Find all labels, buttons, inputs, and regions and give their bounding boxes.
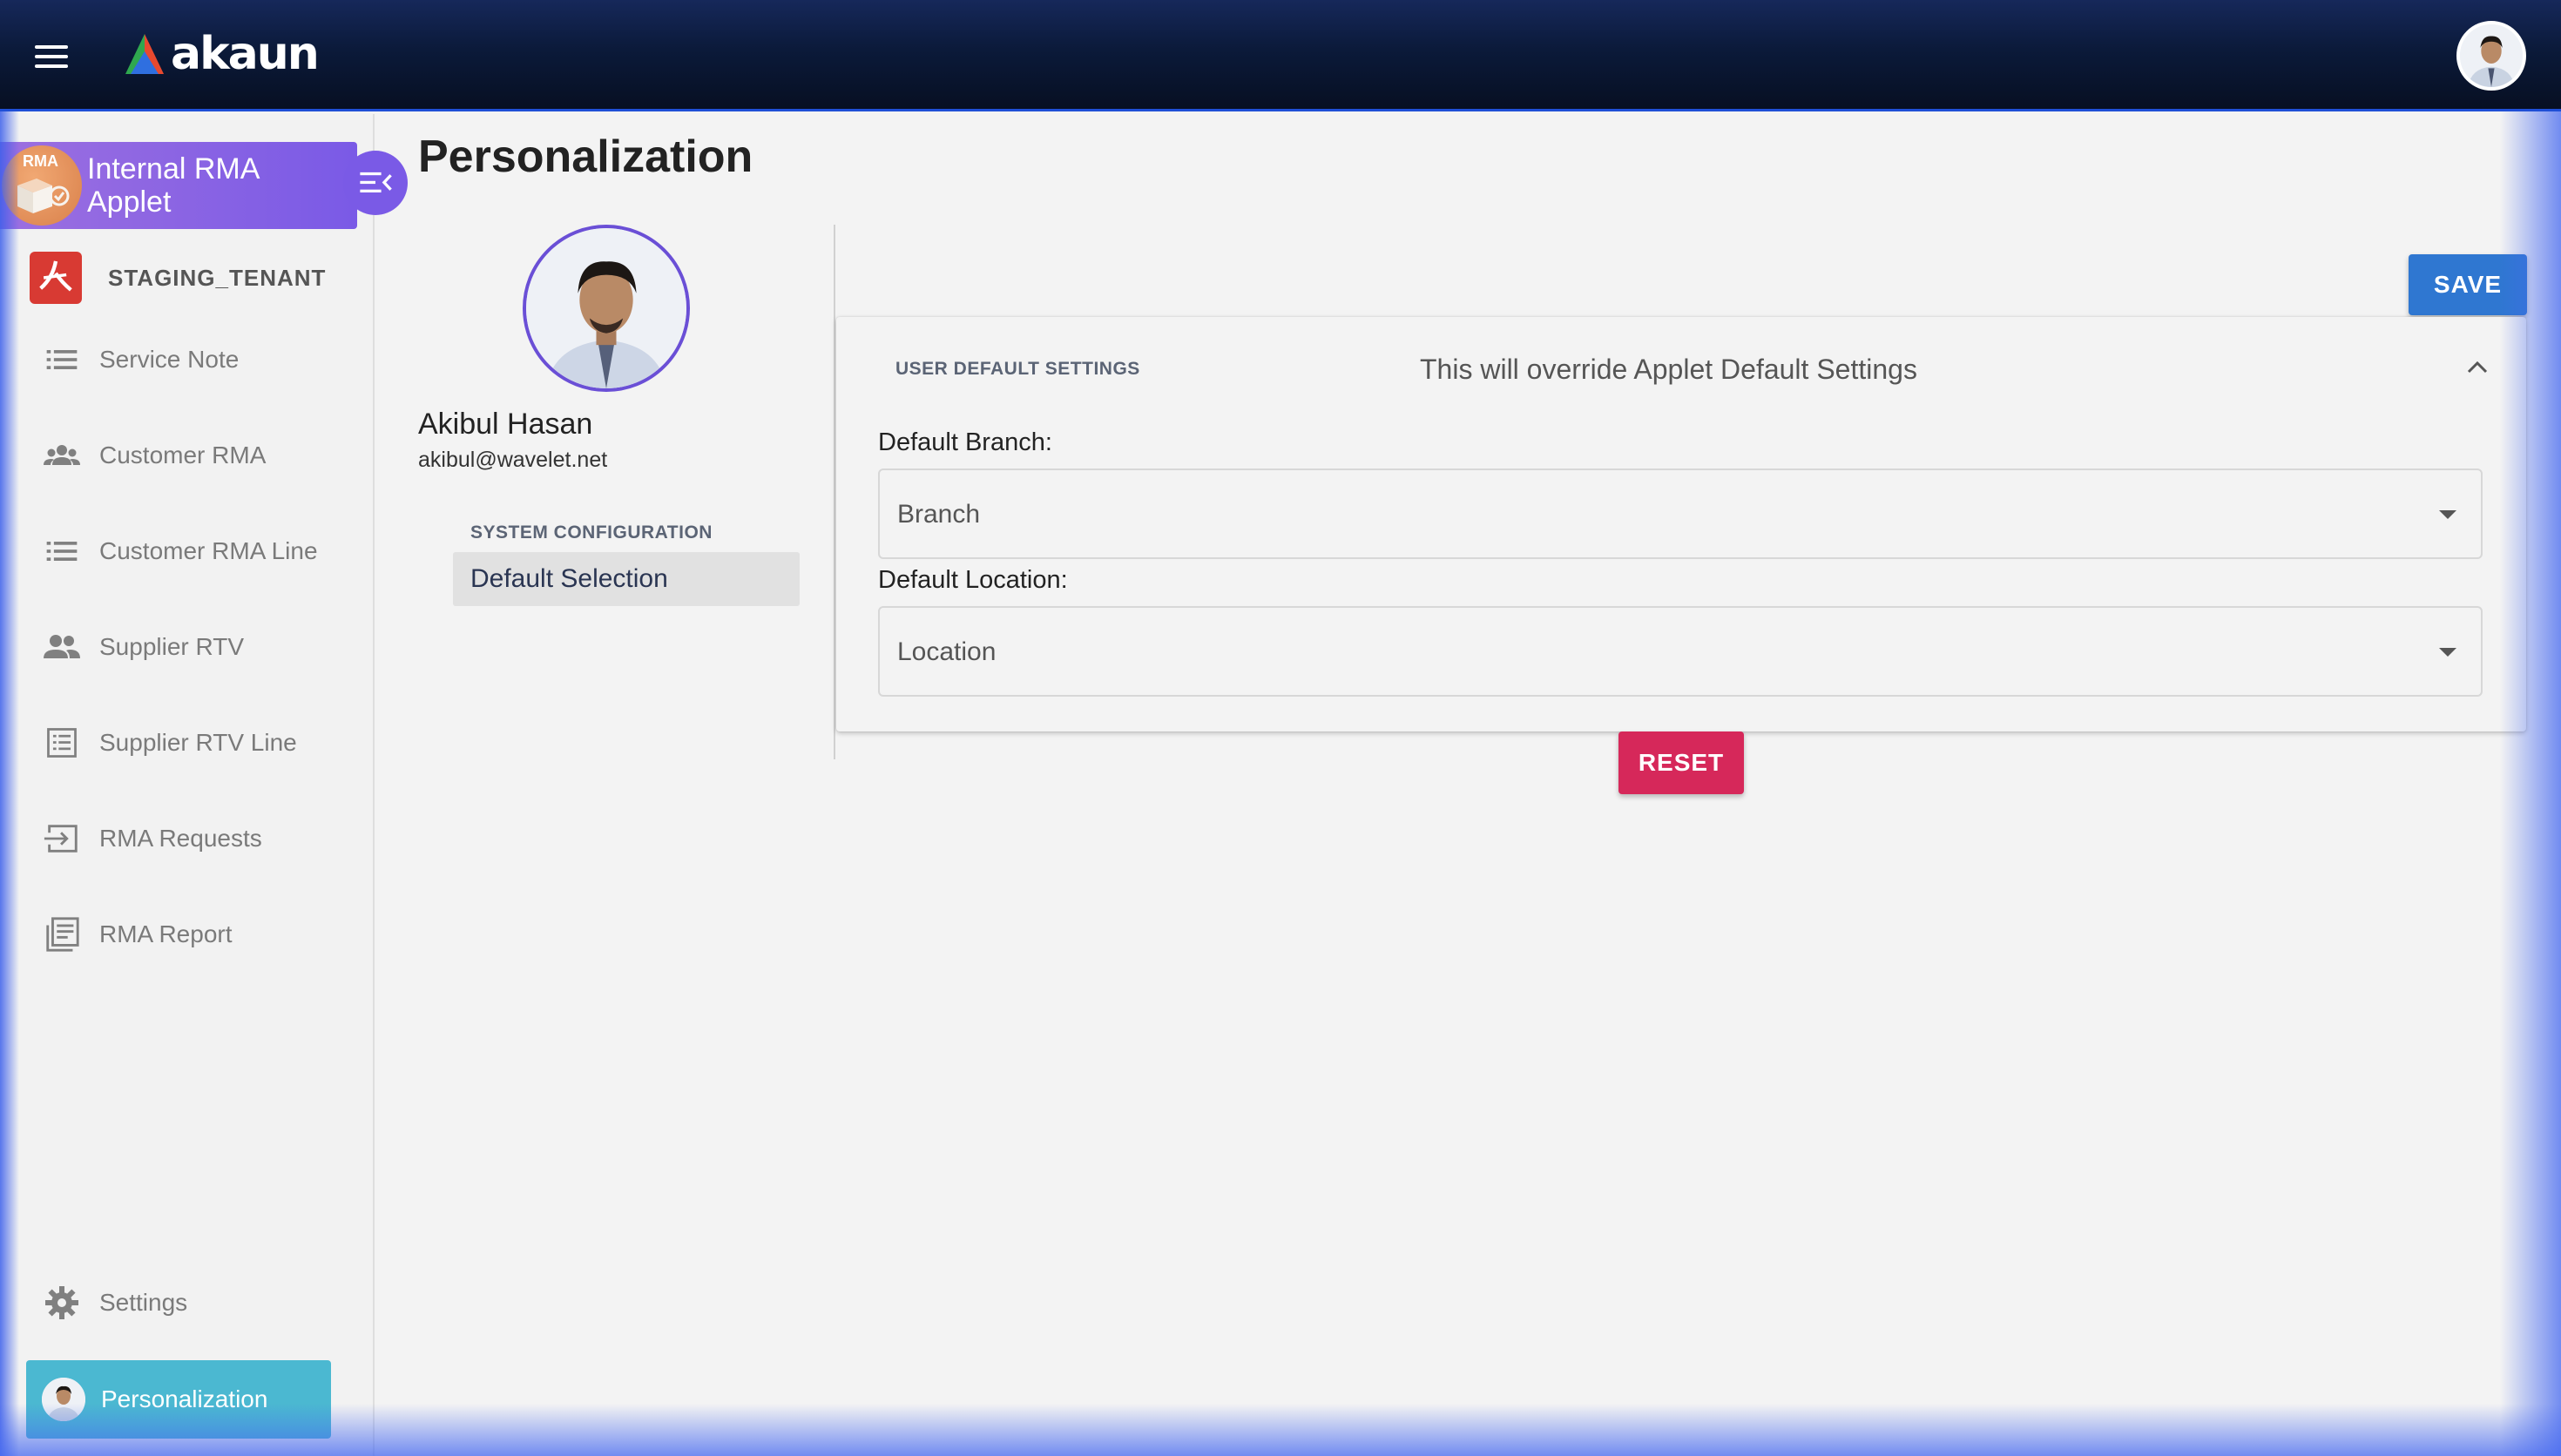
system-configuration-label: SYSTEM CONFIGURATION [470, 522, 713, 543]
save-button[interactable]: SAVE [2409, 254, 2527, 315]
top-app-bar: akaun [0, 0, 2561, 111]
applet-title: Internal RMA Applet [87, 152, 259, 219]
sidebar-item-label: Customer RMA Line [99, 537, 318, 564]
frame-glow-bottom [0, 1404, 2561, 1456]
location-select-value: Location [897, 637, 997, 666]
sidebar-item-rma-report[interactable]: RMA Report [42, 908, 355, 961]
rma-badge-text: RMA [23, 152, 58, 170]
sidebar-item-settings[interactable]: Settings [42, 1277, 355, 1329]
panel-section-label: USER DEFAULT SETTINGS [895, 359, 1140, 379]
people-icon [42, 627, 82, 667]
default-location-label: Default Location: [878, 566, 1068, 594]
group-icon [42, 435, 82, 475]
default-selection-label: Default Selection [470, 564, 668, 593]
list-icon [42, 340, 82, 380]
profile-avatar [523, 225, 690, 392]
settings-label: Settings [99, 1289, 188, 1316]
list-icon [42, 531, 82, 571]
sidebar-item-rma-requests[interactable]: RMA Requests [42, 812, 355, 865]
akaun-logo-icon [125, 34, 164, 74]
hamburger-menu-icon[interactable] [35, 44, 70, 70]
avatar-person-icon [2460, 24, 2523, 87]
default-selection-item[interactable]: Default Selection [453, 552, 800, 606]
rma-applet-badge: RMA [2, 145, 82, 226]
page-title: Personalization [418, 131, 753, 182]
input-arrow-icon [42, 819, 82, 859]
location-select[interactable]: Location [878, 606, 2483, 697]
branch-select-value: Branch [897, 500, 981, 529]
sidebar-item-label: Supplier RTV Line [99, 729, 297, 756]
mini-avatar [42, 1378, 85, 1421]
gear-icon [42, 1283, 82, 1323]
report-icon [42, 914, 82, 954]
collapse-menu-icon[interactable] [343, 151, 408, 215]
tenant-selector[interactable]: STAGING_TENANT [30, 252, 361, 304]
branch-select[interactable]: Branch [878, 468, 2483, 559]
sidebar-item-label: Supplier RTV [99, 633, 245, 660]
panel-subtitle: This will override Applet Default Settin… [1420, 354, 1917, 385]
sidebar-item-supplier-rtv[interactable]: Supplier RTV [42, 621, 355, 673]
list-box-icon [42, 723, 82, 763]
sidebar-item-label: RMA Requests [99, 825, 262, 852]
logo-text: akaun [171, 28, 320, 80]
profile-name: Akibul Hasan [418, 408, 593, 441]
vertical-divider [834, 225, 835, 759]
default-branch-label: Default Branch: [878, 428, 1052, 456]
sidebar: RMA Internal RMA Applet STAGING_TENANT S… [0, 114, 408, 1456]
sidebar-item-supplier-rtv-line[interactable]: Supplier RTV Line [42, 717, 355, 769]
reset-button[interactable]: RESET [1618, 731, 1744, 794]
sidebar-item-personalization[interactable]: Personalization [26, 1360, 331, 1439]
akaun-logo[interactable]: akaun [120, 28, 320, 80]
profile-email: akibul@wavelet.net [418, 448, 608, 472]
dropdown-arrow-icon [2439, 510, 2456, 519]
sidebar-item-customer-rma[interactable]: Customer RMA [42, 429, 355, 482]
chevron-up-icon[interactable] [2462, 352, 2493, 383]
profile-photo-icon [526, 228, 686, 388]
user-avatar[interactable] [2456, 21, 2526, 91]
user-default-settings-panel: USER DEFAULT SETTINGS This will override… [836, 317, 2526, 731]
sidebar-item-label: RMA Report [99, 920, 233, 947]
dropdown-arrow-icon [2439, 648, 2456, 657]
sidebar-item-label: Customer RMA [99, 442, 267, 468]
sidebar-item-service-note[interactable]: Service Note [42, 334, 355, 386]
sidebar-item-customer-rma-line[interactable]: Customer RMA Line [42, 525, 355, 577]
personalization-label: Personalization [101, 1385, 268, 1412]
tenant-symbol-icon [39, 260, 72, 292]
sidebar-item-label: Service Note [99, 346, 240, 373]
applet-header: RMA Internal RMA Applet [0, 142, 357, 229]
menu-open-icon [360, 172, 392, 192]
app-root: akaun RMA Internal RMA Applet STAGING_TE… [0, 0, 2561, 1456]
tenant-label: STAGING_TENANT [108, 264, 327, 291]
tenant-logo-icon [30, 252, 82, 304]
